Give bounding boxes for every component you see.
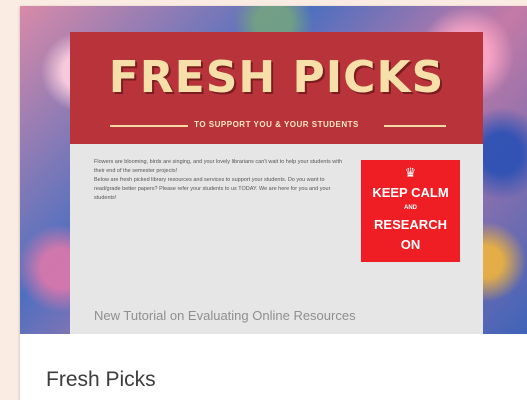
keep-calm-and: AND: [404, 205, 417, 211]
keep-calm-text: KEEP CALM: [372, 185, 449, 200]
card-title[interactable]: Fresh Picks: [46, 368, 156, 392]
flyer-body: Flowers are blooming, birds are singing,…: [94, 158, 344, 203]
keep-calm-on: ON: [400, 237, 421, 252]
subtitle-divider-right: [384, 125, 446, 127]
flyer-title: FRESH PICKS: [108, 52, 445, 103]
keep-calm-research: RESEARCH: [374, 217, 447, 232]
newsletter-card[interactable]: FRESH PICKS TO SUPPORT YOU & YOUR STUDEN…: [20, 6, 527, 400]
crown-icon: ♛: [404, 165, 417, 180]
flyer-header: FRESH PICKS TO SUPPORT YOU & YOUR STUDEN…: [70, 32, 483, 144]
flyer-paragraph: Flowers are blooming, birds are singing,…: [94, 159, 343, 174]
flyer-preview: FRESH PICKS TO SUPPORT YOU & YOUR STUDEN…: [70, 32, 483, 334]
keep-calm-poster: ♛ KEEP CALM AND RESEARCH ON: [361, 160, 460, 262]
tutorial-heading: New Tutorial on Evaluating Online Resour…: [94, 308, 356, 323]
flyer-paragraph: Below are fresh picked library resources…: [94, 177, 331, 201]
card-thumbnail[interactable]: FRESH PICKS TO SUPPORT YOU & YOUR STUDEN…: [20, 6, 527, 334]
